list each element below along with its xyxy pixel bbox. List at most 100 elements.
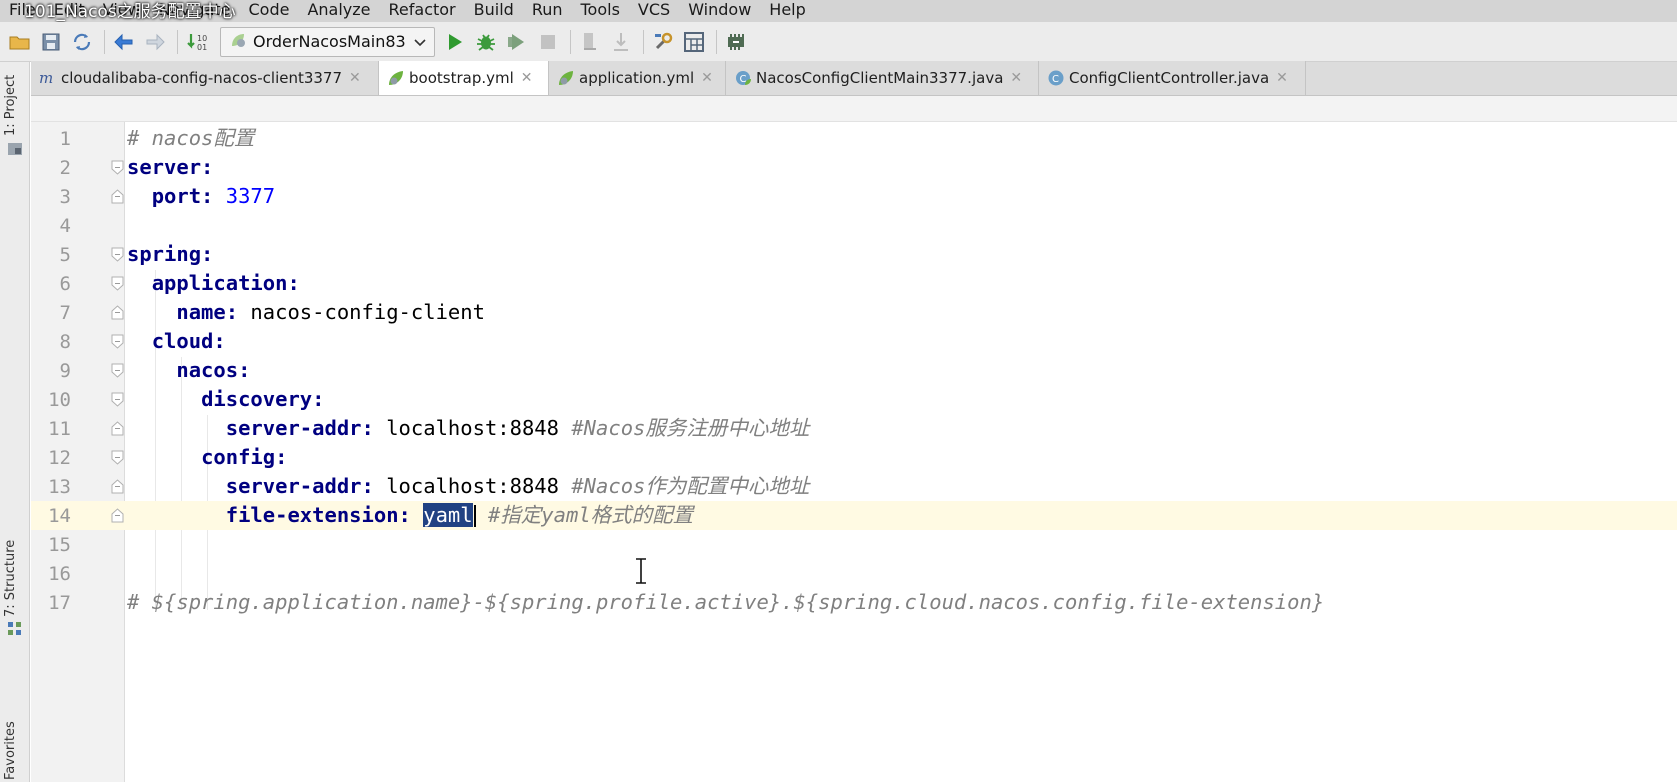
code-text: application:: [127, 269, 300, 298]
build-project-icon[interactable]: 10 01: [183, 28, 211, 56]
menu-navigate[interactable]: Navigate: [150, 0, 240, 22]
close-icon[interactable]: ✕: [521, 70, 533, 86]
fold-end-icon[interactable]: [111, 421, 124, 436]
update-project-icon[interactable]: [576, 28, 604, 56]
code-line[interactable]: 3 port: 3377: [31, 182, 1677, 211]
code-line[interactable]: 6 application:: [31, 269, 1677, 298]
yaml-value: localhost:8848: [373, 474, 572, 498]
fold-end-icon[interactable]: [111, 189, 124, 204]
code-line[interactable]: 9 nacos:: [31, 356, 1677, 385]
tab-label: cloudalibaba-config-nacos-client3377: [61, 69, 343, 87]
project-tool-tab[interactable]: 1: Project: [3, 75, 18, 136]
fold-start-icon[interactable]: [111, 160, 124, 175]
tab-label: ConfigClientController.java: [1069, 69, 1270, 87]
fold-start-icon[interactable]: [111, 450, 124, 465]
main-toolbar: 10 01 OrderNacosMain83: [0, 22, 1677, 62]
yaml-value: [411, 503, 423, 527]
run-with-coverage-icon[interactable]: [503, 28, 531, 56]
run-configuration-dropdown[interactable]: OrderNacosMain83: [220, 26, 435, 57]
spring-yml-icon: [387, 69, 405, 87]
favorites-tool-tab[interactable]: Favorites: [3, 721, 18, 780]
fold-end-icon[interactable]: [111, 479, 124, 494]
menu-analyze[interactable]: Analyze: [298, 0, 379, 22]
debug-icon[interactable]: [472, 28, 500, 56]
sdk-manager-icon[interactable]: [722, 28, 750, 56]
close-icon[interactable]: ✕: [1276, 70, 1288, 86]
yaml-key: discovery:: [201, 387, 325, 411]
code-text: file-extension: yaml #指定yaml格式的配置: [127, 501, 693, 530]
toolbar-separator: [177, 29, 178, 54]
yaml-key: name:: [176, 300, 239, 324]
close-icon[interactable]: ✕: [1010, 70, 1022, 86]
fold-start-icon[interactable]: [111, 247, 124, 262]
code-line[interactable]: 14 file-extension: yaml #指定yaml格式的配置: [31, 501, 1677, 530]
menu-refactor[interactable]: Refactor: [380, 0, 465, 22]
yaml-comment: # nacos配置: [127, 126, 255, 150]
chevron-down-icon: [414, 33, 426, 51]
menu-edit[interactable]: Edit: [45, 0, 94, 22]
code-line[interactable]: 11 server-addr: localhost:8848 #Nacos服务注…: [31, 414, 1677, 443]
tab-application-yml[interactable]: application.yml ✕: [549, 61, 726, 95]
menu-window[interactable]: Window: [679, 0, 760, 22]
code-line[interactable]: 4: [31, 211, 1677, 240]
tab-bootstrap-yml[interactable]: bootstrap.yml ✕: [379, 61, 549, 95]
toolbar-separator: [104, 29, 105, 54]
line-number: 12: [48, 446, 71, 469]
tab-cloudalibaba-config-nacos-client3377[interactable]: m cloudalibaba-config-nacos-client3377 ✕: [31, 61, 379, 95]
back-arrow-icon[interactable]: [110, 28, 138, 56]
settings-wrench-icon[interactable]: [649, 28, 677, 56]
close-icon[interactable]: ✕: [349, 70, 361, 86]
tab-configclientcontroller-java[interactable]: C ConfigClientController.java ✕: [1039, 61, 1306, 95]
code-line[interactable]: 7 name: nacos-config-client: [31, 298, 1677, 327]
yaml-key: nacos:: [176, 358, 251, 382]
fold-start-icon[interactable]: [111, 392, 124, 407]
code-line[interactable]: 15: [31, 530, 1677, 559]
menu-view[interactable]: View: [94, 0, 150, 22]
structure-tool-tab[interactable]: 7: Structure: [3, 540, 18, 617]
code-line[interactable]: 2 server:: [31, 153, 1677, 182]
tab-nacosconfigclientmain3377-java[interactable]: C NacosConfigClientMain3377.java ✕: [726, 61, 1039, 95]
menu-file[interactable]: File: [0, 0, 45, 22]
fold-start-icon[interactable]: [111, 363, 124, 378]
text-cursor-icon: [634, 558, 648, 584]
line-number: 5: [59, 243, 71, 266]
yaml-comment: # ${spring.application.name}-${spring.pr…: [127, 590, 1325, 614]
menu-build[interactable]: Build: [465, 0, 523, 22]
code-line[interactable]: 5 spring:: [31, 240, 1677, 269]
commit-icon[interactable]: [607, 28, 635, 56]
yaml-comment: #指定yaml格式的配置: [475, 503, 694, 527]
menu-run[interactable]: Run: [523, 0, 572, 22]
project-structure-icon[interactable]: [680, 28, 708, 56]
yaml-key: port:: [151, 184, 214, 208]
yaml-comment: #Nacos作为配置中心地址: [571, 474, 810, 498]
fold-start-icon[interactable]: [111, 276, 124, 291]
line-number: 9: [59, 359, 71, 382]
run-icon[interactable]: [441, 28, 469, 56]
code-line[interactable]: 16: [31, 559, 1677, 588]
line-number: 16: [48, 562, 71, 585]
fold-start-icon[interactable]: [111, 334, 124, 349]
menu-help[interactable]: Help: [760, 0, 814, 22]
code-line[interactable]: 1 # nacos配置: [31, 124, 1677, 153]
menu-tools[interactable]: Tools: [572, 0, 629, 22]
open-folder-icon[interactable]: [6, 28, 34, 56]
fold-end-icon[interactable]: [111, 305, 124, 320]
fold-end-icon[interactable]: [111, 508, 124, 523]
code-line[interactable]: 13 server-addr: localhost:8848 #Nacos作为配…: [31, 472, 1677, 501]
code-text: # ${spring.application.name}-${spring.pr…: [127, 588, 1324, 617]
code-line[interactable]: 10 discovery:: [31, 385, 1677, 414]
menu-vcs[interactable]: VCS: [629, 0, 679, 22]
code-line[interactable]: 17 # ${spring.application.name}-${spring.…: [31, 588, 1677, 617]
synchronize-icon[interactable]: [68, 28, 96, 56]
line-number: 8: [59, 330, 71, 353]
forward-arrow-icon[interactable]: [141, 28, 169, 56]
save-all-icon[interactable]: [37, 28, 65, 56]
code-line[interactable]: 8 cloud:: [31, 327, 1677, 356]
menu-code[interactable]: Code: [240, 0, 299, 22]
code-line[interactable]: 12 config:: [31, 443, 1677, 472]
run-configuration-label: OrderNacosMain83: [253, 32, 406, 51]
stop-icon[interactable]: [534, 28, 562, 56]
close-icon[interactable]: ✕: [701, 70, 713, 86]
